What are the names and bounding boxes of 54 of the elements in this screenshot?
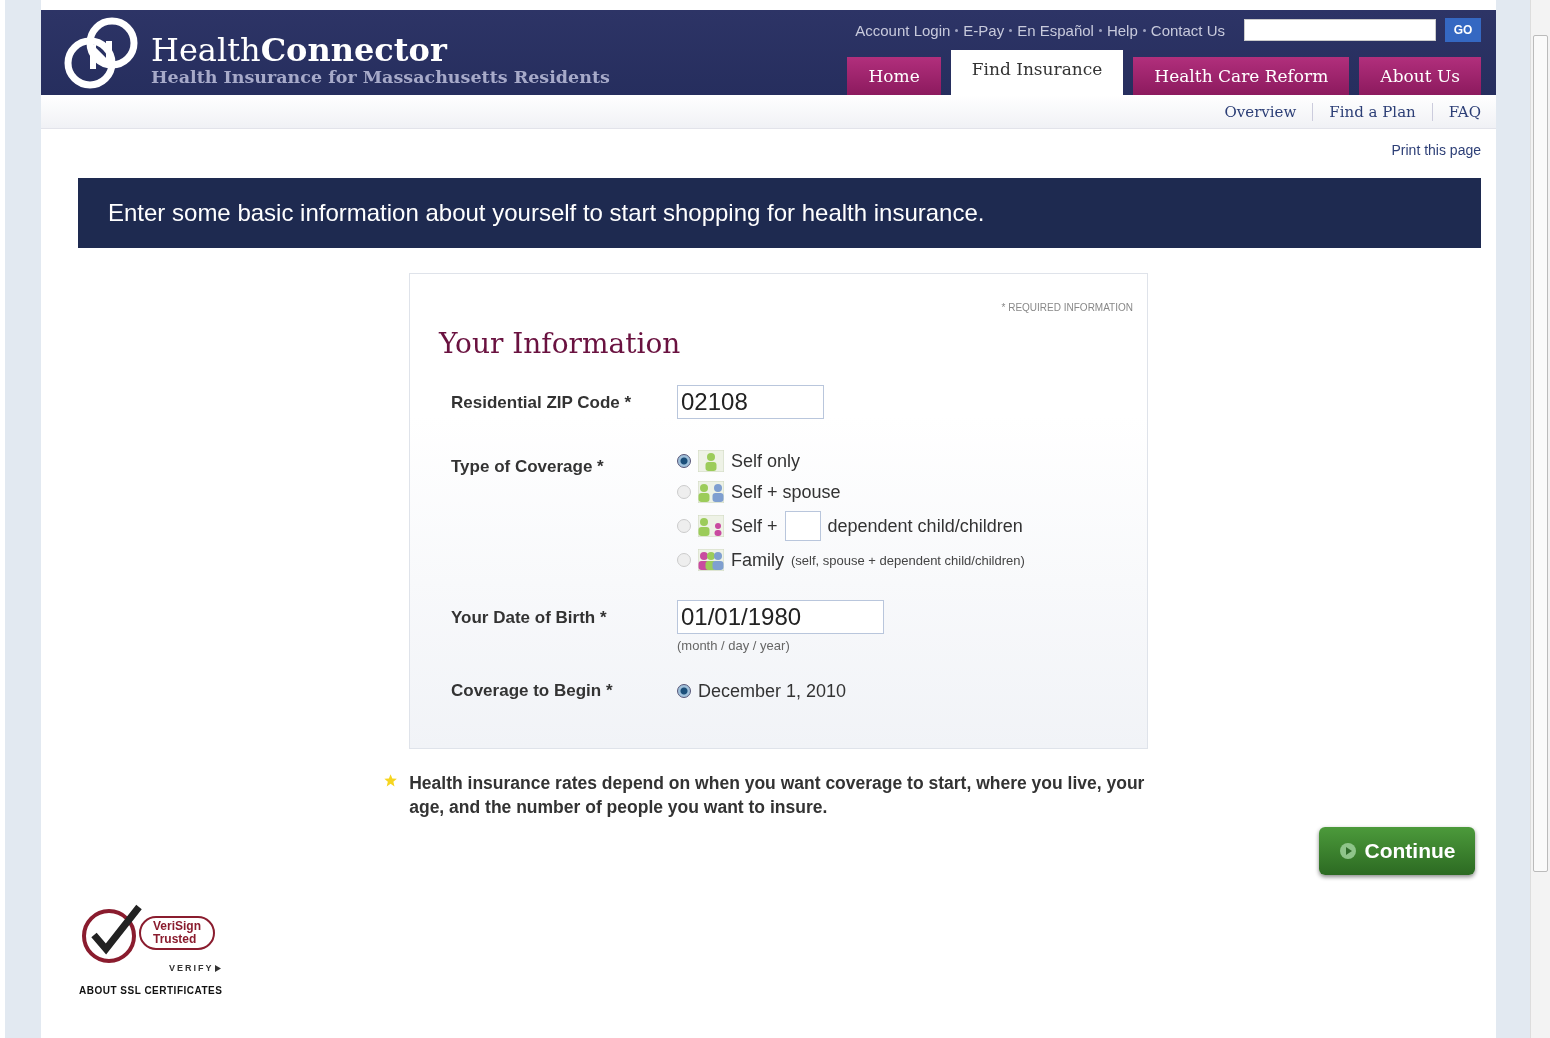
instruction-banner: Enter some basic information about yourself to start shopping for health insurance.	[78, 178, 1481, 248]
search-field[interactable]	[1244, 19, 1436, 41]
nav-tab[interactable]: About Us	[1359, 57, 1481, 95]
scrollbar[interactable]	[1530, 0, 1550, 1038]
subnav-link[interactable]: Find a Plan	[1329, 102, 1416, 121]
nav-tab[interactable]: Home	[847, 57, 941, 95]
field-label: Coverage to Begin *	[450, 680, 614, 701]
field-label: Residential ZIP Code *	[450, 392, 633, 413]
print-link[interactable]: Print this page	[1391, 142, 1481, 164]
seal-badge[interactable]: VeriSign Trusted	[139, 916, 216, 950]
continue-button[interactable]: Continue	[1319, 827, 1475, 875]
top-link[interactable]: En Español	[1017, 21, 1094, 39]
option-label: December 1, 2010	[698, 680, 847, 702]
option-note: (self, spouse + dependent child/children)	[791, 552, 1025, 568]
top-link[interactable]: E-Pay	[963, 21, 1005, 39]
seal-caption[interactable]: ABOUT SSL CERTIFICATES	[79, 985, 279, 996]
logo-name: HealthConnector	[151, 32, 449, 67]
tagline: Health Insurance for Massachusetts Residents	[151, 66, 610, 87]
subnav-link[interactable]: Overview	[1224, 102, 1297, 121]
radio-button[interactable]	[677, 684, 691, 698]
separator-dot	[955, 28, 959, 32]
top-link[interactable]: Help	[1106, 21, 1138, 39]
birth-date-field[interactable]: 01/01/1980	[677, 600, 884, 634]
nav-tab[interactable]: Find Insurance	[950, 50, 1124, 95]
option-label: Self + spouse	[731, 481, 841, 503]
option-label: dependent child/children	[827, 515, 1023, 537]
play-icon	[1338, 842, 1357, 860]
people-icon	[698, 549, 724, 571]
field-label: Type of Coverage *	[450, 456, 605, 477]
people-icon	[698, 450, 724, 472]
separator-dot	[1009, 28, 1013, 32]
nav-tab[interactable]: Health Care Reform	[1133, 57, 1350, 95]
play-triangle-icon	[214, 964, 221, 972]
go-button[interactable]: GO	[1445, 18, 1481, 42]
form-title: Your Information	[439, 327, 682, 360]
field-label: Your Date of Birth *	[450, 607, 608, 628]
zip-field[interactable]: 02108	[677, 385, 824, 419]
radio-button[interactable]	[677, 454, 691, 468]
separator-dot	[1142, 28, 1146, 32]
subnav-link[interactable]: FAQ	[1448, 102, 1481, 121]
info-note: Health insurance rates depend on when you want coverage to start, where you live, your age, and the number of people you want to insure.	[409, 772, 1146, 819]
top-link[interactable]: Contact Us	[1150, 21, 1225, 39]
option-label: Family	[731, 549, 784, 571]
people-icon	[698, 481, 724, 503]
option-label: Self +	[731, 515, 778, 537]
required-note: * REQUIRED INFORMATION	[1001, 302, 1133, 313]
verify-link[interactable]: VERIFY	[169, 963, 279, 973]
people-icon	[698, 515, 724, 537]
field-hint: (month / day / year)	[677, 638, 791, 653]
separator-dot	[1098, 28, 1102, 32]
children-count-field[interactable]	[784, 511, 821, 541]
scroll-thumb[interactable]	[1533, 35, 1548, 872]
top-link[interactable]: Account Login	[855, 21, 951, 39]
option-label: Self only	[731, 450, 801, 472]
